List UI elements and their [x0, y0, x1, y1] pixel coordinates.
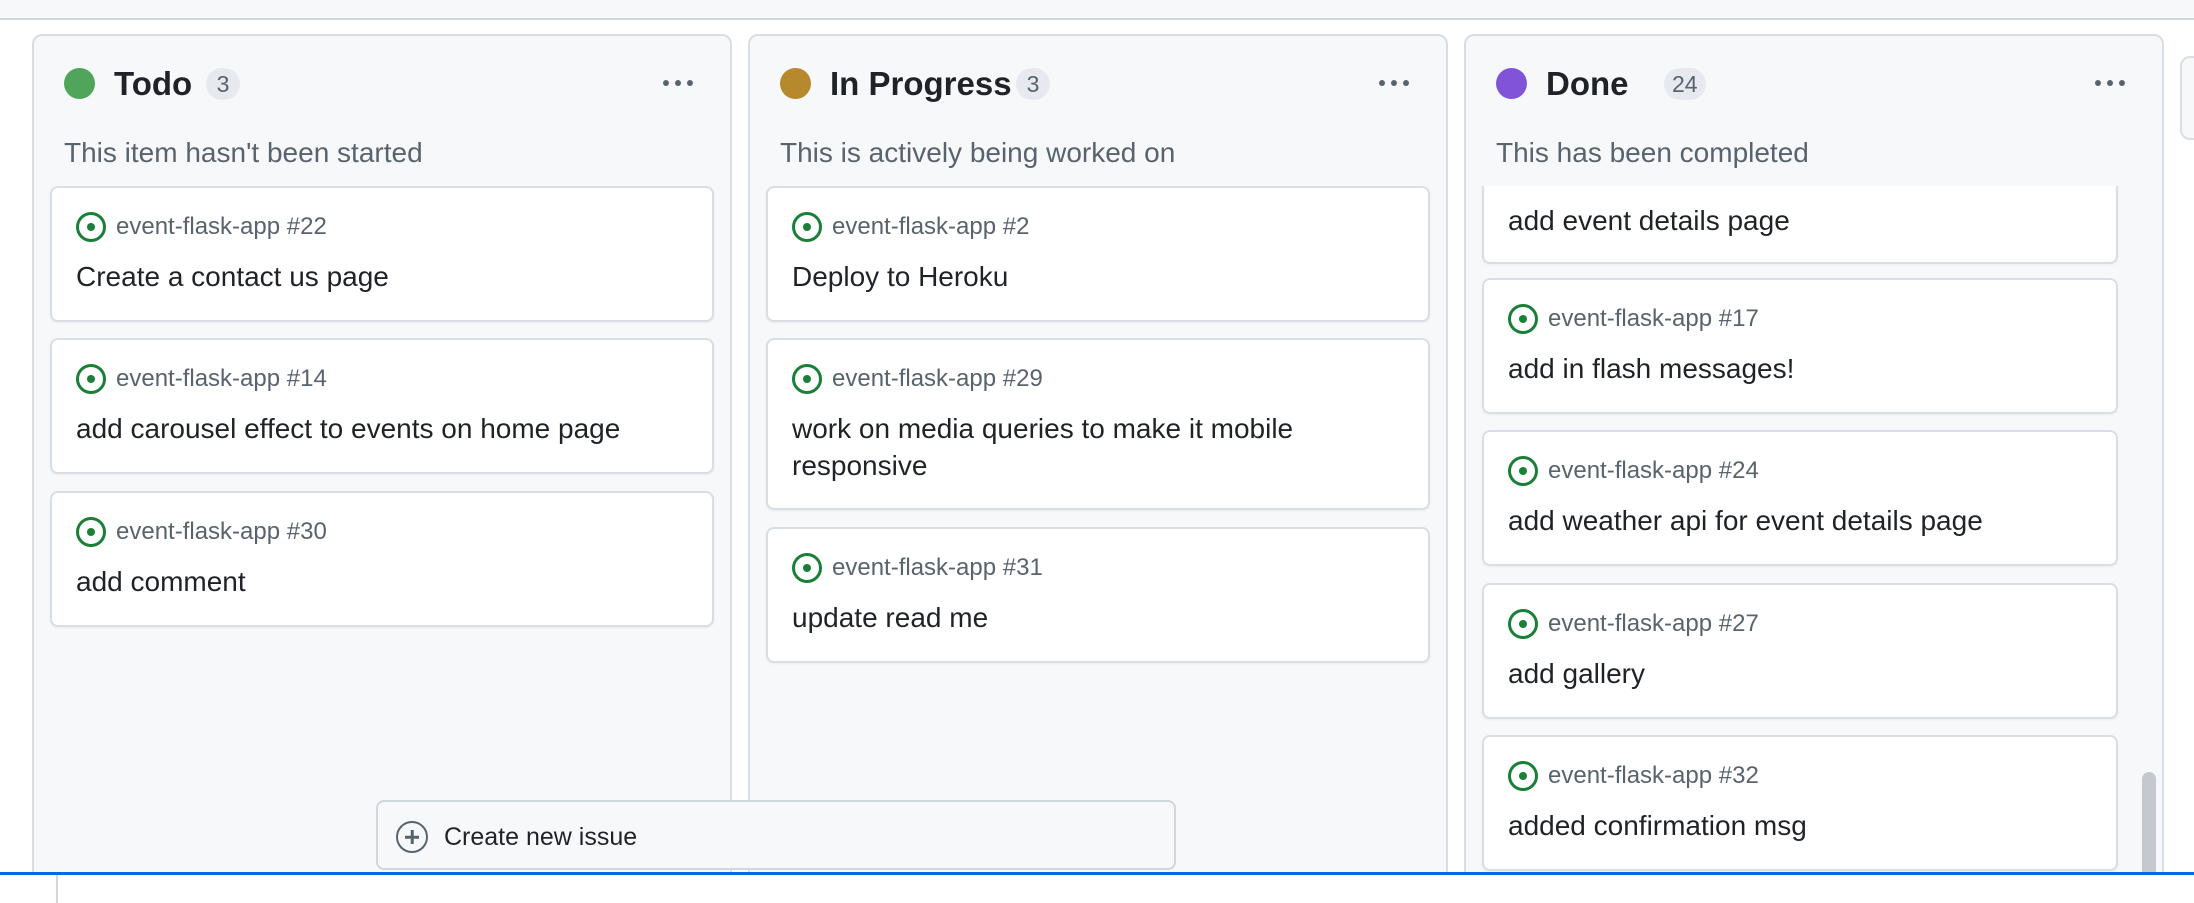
more-dot-icon	[2107, 80, 2113, 86]
more-dot-icon	[1403, 80, 1409, 86]
status-dot-icon	[780, 68, 811, 99]
issue-reference-link[interactable]: event-flask-app #17	[1548, 304, 1759, 334]
column-in-progress: In Progress 3 This is actively being wor…	[748, 34, 1448, 894]
column-more-options-button[interactable]	[2086, 66, 2134, 100]
more-dot-icon	[1379, 80, 1385, 86]
card-meta: event-flask-app #2	[792, 212, 1029, 242]
issue-card[interactable]: event-flask-app #22 Create a contact us …	[50, 186, 714, 322]
issue-card[interactable]: event-flask-app #14 add carousel effect …	[50, 338, 714, 474]
issue-reference-link[interactable]: event-flask-app #22	[116, 212, 327, 242]
issue-reference-link[interactable]: event-flask-app #30	[116, 517, 327, 547]
column-item-count: 24	[1664, 68, 1706, 100]
bottom-input-bar[interactable]	[0, 872, 2194, 903]
status-dot-icon	[64, 68, 95, 99]
card-meta: event-flask-app #17	[1508, 304, 1759, 334]
issue-card[interactable]: event-flask-app #31 update read me	[766, 527, 1430, 663]
issue-open-icon	[1508, 761, 1538, 791]
issue-card[interactable]: add event details page	[1482, 186, 2118, 264]
issue-title[interactable]: added confirmation msg	[1508, 807, 2092, 844]
issue-reference-link[interactable]: event-flask-app #32	[1548, 761, 1759, 791]
issue-reference-link[interactable]: event-flask-app #29	[832, 364, 1043, 394]
issue-open-icon	[792, 553, 822, 583]
issue-reference-link[interactable]: event-flask-app #24	[1548, 456, 1759, 486]
column-title: In Progress	[830, 65, 1012, 102]
issue-card[interactable]: event-flask-app #2 Deploy to Heroku	[766, 186, 1430, 322]
card-list: add event details page event-flask-app #…	[1466, 186, 2162, 892]
plus-circle-icon	[396, 821, 428, 853]
issue-title[interactable]: add weather api for event details page	[1508, 502, 2092, 539]
card-meta: event-flask-app #14	[76, 364, 327, 394]
more-dot-icon	[2095, 80, 2101, 86]
issue-open-icon	[76, 517, 106, 547]
bottom-bar-divider	[56, 875, 58, 903]
issue-open-icon	[1508, 609, 1538, 639]
column-more-options-button[interactable]	[1370, 66, 1418, 100]
column-title: Todo	[114, 65, 193, 102]
issue-title[interactable]: Deploy to Heroku	[792, 258, 1404, 295]
issue-open-icon	[76, 212, 106, 242]
issue-reference-link[interactable]: event-flask-app #31	[832, 553, 1043, 583]
issue-title[interactable]: Create a contact us page	[76, 258, 688, 295]
column-item-count: 3	[206, 68, 240, 100]
issue-open-icon	[792, 364, 822, 394]
next-column-edge	[2180, 56, 2194, 140]
column-description: This is actively being worked on	[780, 137, 1176, 168]
column-header: Todo 3 This item hasn't been started	[34, 36, 730, 186]
issue-card[interactable]: event-flask-app #24 add weather api for …	[1482, 430, 2118, 566]
issue-open-icon	[792, 212, 822, 242]
issue-title[interactable]: add comment	[76, 563, 688, 600]
status-dot-icon	[1496, 68, 1527, 99]
issue-title[interactable]: work on media queries to make it mobile …	[792, 410, 1404, 484]
issue-card[interactable]: event-flask-app #29 work on media querie…	[766, 338, 1430, 510]
issue-open-icon	[76, 364, 106, 394]
card-meta: event-flask-app #27	[1508, 609, 1759, 639]
issue-title[interactable]: add gallery	[1508, 655, 2092, 692]
more-dot-icon	[687, 80, 693, 86]
card-meta: event-flask-app #24	[1508, 456, 1759, 486]
issue-reference-link[interactable]: event-flask-app #27	[1548, 609, 1759, 639]
card-list: event-flask-app #22 Create a contact us …	[34, 186, 730, 892]
issue-card[interactable]: event-flask-app #17 add in flash message…	[1482, 278, 2118, 414]
column-header: In Progress 3 This is actively being wor…	[750, 36, 1446, 186]
column-description: This has been completed	[1496, 137, 1809, 168]
column-more-options-button[interactable]	[654, 66, 702, 100]
more-dot-icon	[2119, 80, 2125, 86]
issue-card[interactable]: event-flask-app #27 add gallery	[1482, 583, 2118, 719]
issue-title[interactable]: add carousel effect to events on home pa…	[76, 410, 688, 447]
column-item-count: 3	[1016, 68, 1050, 100]
card-list: event-flask-app #2 Deploy to Heroku even…	[750, 186, 1446, 892]
column-title: Done	[1546, 65, 1629, 102]
issue-card[interactable]: event-flask-app #32 added confirmation m…	[1482, 735, 2118, 871]
issue-reference-link[interactable]: event-flask-app #2	[832, 212, 1029, 242]
more-dot-icon	[675, 80, 681, 86]
issue-reference-link[interactable]: event-flask-app #14	[116, 364, 327, 394]
column-header: Done 24 This has been completed	[1466, 36, 2162, 186]
issue-title[interactable]: update read me	[792, 599, 1404, 636]
create-new-issue-label: Create new issue	[444, 823, 638, 851]
card-meta: event-flask-app #32	[1508, 761, 1759, 791]
card-meta: event-flask-app #31	[792, 553, 1043, 583]
issue-card[interactable]: event-flask-app #30 add comment	[50, 491, 714, 627]
card-meta: event-flask-app #29	[792, 364, 1043, 394]
column-description: This item hasn't been started	[64, 137, 423, 168]
issue-open-icon	[1508, 304, 1538, 334]
column-todo: Todo 3 This item hasn't been started eve…	[32, 34, 732, 894]
card-meta: event-flask-app #22	[76, 212, 327, 242]
issue-title[interactable]: add in flash messages!	[1508, 350, 2092, 387]
create-new-issue-button[interactable]: Create new issue	[376, 800, 1176, 870]
more-dot-icon	[1391, 80, 1397, 86]
project-board: Todo 3 This item hasn't been started eve…	[0, 20, 2194, 894]
more-dot-icon	[663, 80, 669, 86]
card-meta: event-flask-app #30	[76, 517, 327, 547]
top-toolbar-strip	[0, 0, 2194, 20]
issue-open-icon	[1508, 456, 1538, 486]
issue-title[interactable]: add event details page	[1508, 202, 2092, 239]
column-done: Done 24 This has been completed add even…	[1464, 34, 2164, 894]
